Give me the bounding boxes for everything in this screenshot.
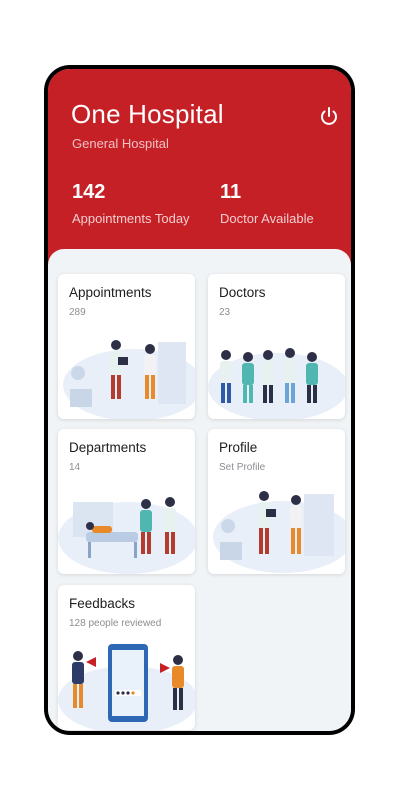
app-subtitle: General Hospital [72,136,169,151]
feedbacks-card[interactable]: Feedbacks 128 people reviewed [58,585,195,730]
profile-card[interactable]: Profile Set Profile [208,429,345,574]
phone-frame: One Hospital General Hospital 142 Appoin… [44,65,355,735]
card-subtitle: Set Profile [219,462,266,473]
profile-illustration [213,491,345,573]
appointments-card[interactable]: Appointments 289 [58,274,195,419]
department-illustration [58,497,195,574]
card-title: Doctors [219,285,266,300]
power-icon[interactable] [317,105,341,129]
stat-doctors-label: Doctor Available [220,211,314,226]
stat-appointments-label: Appointments Today [72,211,190,226]
card-title: Departments [69,440,147,455]
feedback-illustration [58,644,195,730]
stat-appointments-value: 142 [72,181,106,203]
card-title: Profile [219,440,258,455]
doctors-illustration [208,348,345,419]
stat-doctors-value: 11 [220,181,242,203]
card-subtitle: 289 [69,307,86,318]
app-title: One Hospital [71,99,224,129]
dashboard-content: Appointments 289 Doctors 23 Departments … [48,249,351,731]
doctors-card[interactable]: Doctors 23 [208,274,345,419]
card-subtitle: 14 [69,462,81,473]
card-title: Appointments [69,285,152,300]
app-header: One Hospital General Hospital 142 Appoin… [48,69,351,264]
card-subtitle: 23 [219,307,231,318]
card-title: Feedbacks [69,596,136,611]
departments-card[interactable]: Departments 14 [58,429,195,574]
card-subtitle: 128 people reviewed [69,618,162,629]
appointment-illustration [63,340,195,419]
